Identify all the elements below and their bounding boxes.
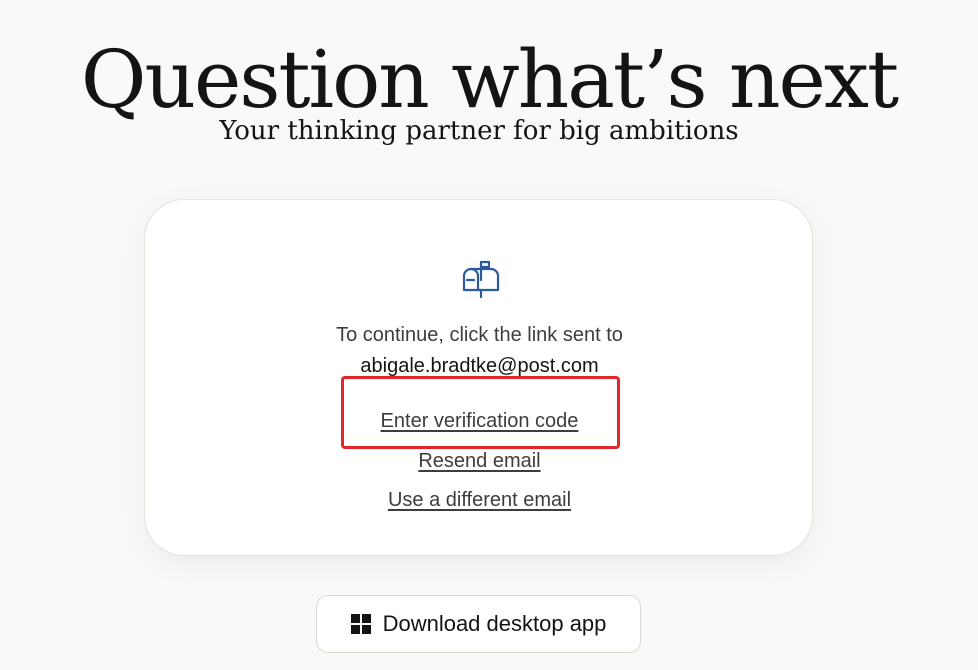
- use-different-email-row: Use a different email: [145, 489, 814, 512]
- download-button-label: Download desktop app: [382, 611, 607, 636]
- resend-email-link[interactable]: Resend email: [418, 450, 540, 472]
- verification-instruction: To continue, click the link sent to: [336, 324, 623, 346]
- resend-email-row: Resend email: [145, 450, 814, 473]
- use-different-email-link[interactable]: Use a different email: [388, 489, 571, 511]
- mailbox-icon: [462, 260, 500, 298]
- download-desktop-app-button[interactable]: Download desktop app: [316, 595, 641, 653]
- highlight-annotation-box: [341, 376, 620, 449]
- page-subtitle: Your thinking partner for big ambitions: [219, 116, 739, 146]
- windows-icon: [350, 614, 371, 634]
- sent-email-address: abigale.bradtke@post.com: [360, 355, 599, 377]
- page-title: Question what’s next: [80, 32, 899, 126]
